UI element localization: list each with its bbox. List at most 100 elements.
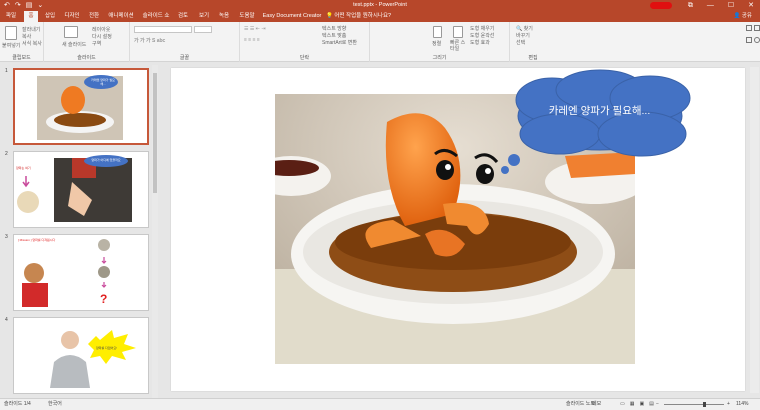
group-label: 그리기 (432, 55, 447, 61)
slide-2-label: 양파는 여기 (16, 166, 31, 170)
group-slides: 새 슬라이드 레이아웃 다시 설정 구역 슬라이드 (44, 22, 130, 62)
select-button[interactable]: 선택 (516, 39, 525, 46)
new-slide-button[interactable]: 새 슬라이드 (62, 41, 86, 48)
slide-thumbnail-1[interactable]: 카레엔 양파가 필요해... (13, 68, 149, 145)
zoom-out-button[interactable]: − (656, 399, 659, 410)
slide-1-bubble-text: 카레엔 양파가 필요해... (91, 78, 115, 86)
font-size-box[interactable] (194, 26, 212, 33)
slide-number: 3 (5, 234, 8, 240)
group-label: 단락 (299, 55, 310, 61)
slide-1-preview (37, 75, 123, 140)
tab-0[interactable]: 파일 (3, 11, 19, 22)
thumbnail-scroll-thumb[interactable] (153, 73, 157, 193)
slide-2-preview (17, 155, 132, 222)
slide-number: 2 (5, 151, 8, 157)
group-editing: 🔍 찾기 바꾸기 선택 편집 (510, 22, 556, 62)
group-label: 슬라이드 (77, 55, 96, 61)
arrange-button[interactable]: 정렬 (432, 40, 441, 47)
group-drawing: 정렬 빠른 스타일 도형 채우기 도형 윤곽선 도형 효과 그리기 (370, 22, 760, 62)
tab-6[interactable]: 슬라이드 쇼 (140, 11, 172, 22)
user-account-redacted[interactable] (650, 2, 672, 9)
text-direction-button[interactable]: 텍스트 방향 (322, 25, 346, 32)
share-label: 공유 (741, 13, 752, 19)
zoom-in-button[interactable]: + (727, 399, 730, 410)
quick-styles-button[interactable]: 빠른 스타일 (450, 40, 466, 52)
tab-10[interactable]: 도움말 (236, 11, 258, 22)
view-buttons[interactable]: ▭▦▣▤ (620, 399, 659, 410)
ribbon-tabs: 💡 어떤 작업을 원하시나요? 👤 공유 파일 홈 삽입 디자인 전환 애니메이션 슬라이드… (0, 11, 760, 22)
comments-button[interactable]: 메모 (592, 399, 601, 410)
font-name-box[interactable] (134, 26, 192, 33)
shape-effects-button[interactable]: 도형 효과 (470, 39, 490, 46)
status-bar: 슬라이드 1/4 한국어 슬라이드 노트 메모 ▭▦▣▤ − + 114% (0, 398, 760, 410)
tab-5[interactable]: 애니메이션 (106, 11, 136, 22)
group-label: 클립보드 (12, 55, 31, 61)
group-label: 글꼴 (179, 55, 190, 61)
alignment-buttons[interactable]: ≡ ≡ ≡ ≡ (244, 37, 260, 43)
format-painter-button[interactable]: 서식 복사 (22, 40, 42, 47)
slide-thumbnail-panel: 1 카레엔 양파가 필요해... 2 양파가 어디에 있을까요 양파는 여기 3 (0, 63, 160, 398)
tab-1[interactable]: 홈 (24, 11, 38, 22)
slide-2-bubble-text: 양파가 어디에 있을까요 (91, 158, 121, 162)
slide-thumbnail-2[interactable]: 양파가 어디에 있을까요 양파는 여기 (13, 151, 149, 228)
editor-scrollbar[interactable] (750, 67, 759, 393)
arrange-icon[interactable] (433, 26, 442, 38)
smartart-button[interactable]: SmartArt로 변환 (322, 39, 357, 46)
slide-3-preview: ? (22, 239, 110, 307)
window-controls: ⧉ — ☐ ✕ (688, 0, 754, 11)
title-bar: ↶ ↷ ▤ ⌄ test.pptx - PowerPoint ⧉ — ☐ ✕ (0, 0, 760, 11)
shape-fill-button[interactable]: 도형 채우기 (470, 25, 494, 32)
quick-styles-icon[interactable] (453, 26, 463, 38)
section-button[interactable]: 구역 (92, 40, 101, 47)
replace-button[interactable]: 바꾸기 (516, 32, 530, 39)
svg-text:?: ? (100, 292, 107, 306)
notes-button[interactable]: 슬라이드 노트 (566, 399, 595, 410)
shapes-gallery[interactable] (746, 25, 760, 47)
zoom-slider-knob[interactable] (703, 402, 706, 407)
group-clipboard: 붙여넣기 잘라내기 복사 서식 복사 클립보드 (0, 22, 44, 62)
font-style-buttons[interactable]: 가 가 가 S abc (134, 37, 165, 44)
zoom-level[interactable]: 114% (736, 399, 748, 410)
tab-7[interactable]: 검토 (175, 11, 191, 22)
slide-thumbnail-3[interactable]: ? [ Mission ] 양파를 다져봅시다 (13, 234, 149, 311)
ribbon-display-icon[interactable]: ⧉ (688, 0, 693, 11)
paste-button[interactable]: 붙여넣기 (2, 42, 20, 49)
layout-button[interactable]: 레이아웃 (92, 26, 110, 33)
zoom-slider[interactable] (664, 404, 724, 405)
tab-11[interactable]: Easy Document Creator (262, 11, 322, 22)
tab-2[interactable]: 삽입 (42, 11, 58, 22)
group-label: 편집 (528, 55, 538, 61)
close-icon[interactable]: ✕ (748, 0, 754, 11)
slide-number: 1 (5, 68, 8, 74)
maximize-icon[interactable]: ☐ (728, 0, 734, 11)
slide-4-preview (50, 330, 136, 388)
language-indicator[interactable]: 한국어 (48, 399, 62, 410)
thumbnail-scrollbar[interactable] (152, 65, 158, 398)
tab-8[interactable]: 보기 (196, 11, 212, 22)
align-text-button[interactable]: 텍스트 맞춤 (322, 32, 346, 39)
tab-9[interactable]: 녹음 (216, 11, 232, 22)
group-font: 가 가 가 S abc 글꼴 (130, 22, 240, 62)
slide-number: 4 (5, 317, 8, 323)
group-paragraph: ☰ ☰ ⇤ ⇥ 텍스트 방향 텍스트 맞춤 SmartArt로 변환 ≡ ≡ ≡… (240, 22, 370, 62)
slide-4-burst-text: 양파를 다졌어요! (96, 346, 117, 350)
share-button[interactable]: 👤 공유 (733, 11, 752, 22)
tab-4[interactable]: 전환 (86, 11, 102, 22)
copy-button[interactable]: 복사 (22, 33, 31, 40)
paste-icon[interactable] (5, 26, 17, 40)
document-title: test.pptx - PowerPoint (353, 2, 407, 8)
tab-3[interactable]: 디자인 (62, 11, 82, 22)
ribbon: 붙여넣기 잘라내기 복사 서식 복사 클립보드 새 슬라이드 레이아웃 다시 설… (0, 22, 760, 62)
tell-me-search[interactable]: 💡 어떤 작업을 원하시나요? (326, 11, 391, 22)
find-button[interactable]: 🔍 찾기 (516, 25, 533, 32)
slide-3-label: [ Mission ] 양파를 다져봅시다 (18, 238, 56, 242)
new-slide-icon[interactable] (64, 26, 78, 38)
minimize-icon[interactable]: — (707, 0, 714, 11)
thought-bubble-text: 카레엔 양파가 필요해... (548, 105, 651, 117)
slide-thumbnail-4[interactable]: 양파를 다졌어요! (13, 317, 149, 394)
slide-counter: 슬라이드 1/4 (4, 401, 31, 407)
list-buttons[interactable]: ☰ ☰ ⇤ ⇥ (244, 26, 266, 32)
shape-outline-button[interactable]: 도형 윤곽선 (470, 32, 494, 39)
reset-button[interactable]: 다시 설정 (92, 33, 112, 40)
cut-button[interactable]: 잘라내기 (22, 26, 40, 33)
